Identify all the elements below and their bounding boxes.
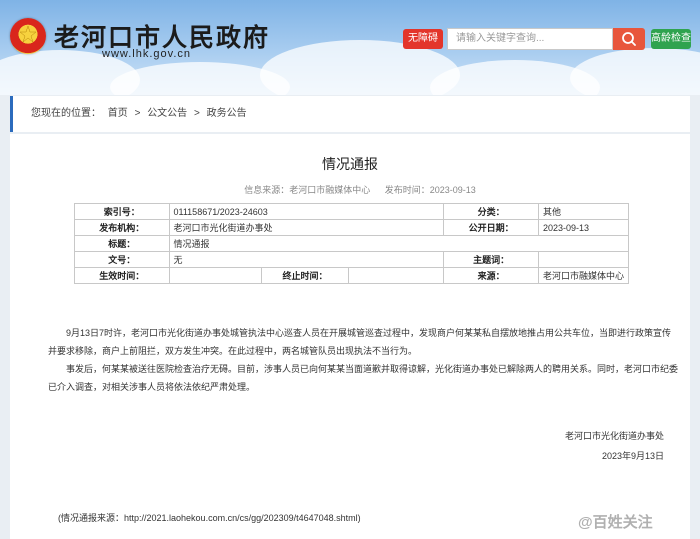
national-emblem-icon bbox=[10, 18, 46, 54]
table-row: 文号： 无 主题词： bbox=[74, 251, 630, 268]
public-date-value: 2023-09-13 bbox=[537, 219, 630, 236]
expire-value bbox=[348, 267, 445, 284]
cloud-decoration bbox=[570, 48, 700, 95]
subject-value bbox=[537, 251, 630, 268]
breadcrumb-item-announcements[interactable]: 政务公告 bbox=[207, 108, 247, 119]
breadcrumb-prefix: 您现在的位置： bbox=[31, 108, 101, 119]
index-value: 011158671/2023-24603 bbox=[168, 203, 445, 220]
breadcrumb-item-documents[interactable]: 公文公告 bbox=[147, 108, 187, 119]
title-value: 情况通报 bbox=[168, 235, 629, 252]
docnum-label: 文号： bbox=[74, 251, 170, 268]
elder-mode-button[interactable]: 高龄检查 bbox=[651, 29, 691, 49]
site-header: 老河口市人民政府 www.lhk.gov.cn 无障碍 请输入关键字查询... … bbox=[0, 0, 700, 95]
title-label: 标题： bbox=[74, 235, 170, 252]
accessibility-button[interactable]: 无障碍 bbox=[403, 29, 443, 49]
paragraph: 9月13日7时许，老河口市光化街道办事处城管执法中心巡查人员在开展城管巡查过程中… bbox=[48, 328, 672, 356]
paragraph: 事发后，何某某被送往医院检查治疗无碍。目前，涉事人员已向何某某当面道歉并取得谅解… bbox=[48, 364, 679, 392]
issuer-value: 老河口市光化街道办事处 bbox=[168, 219, 445, 236]
table-row: 索引号： 011158671/2023-24603 分类： 其他 bbox=[74, 203, 630, 220]
article-title: 情况通报 bbox=[322, 156, 378, 172]
signer: 老河口市光化街道办事处 bbox=[564, 431, 664, 441]
article-publish-time: 发布时间：2023-09-13 bbox=[384, 185, 476, 195]
article-body: 9月13日7时许，老河口市光化街道办事处城管执法中心巡查人员在开展城管巡查过程中… bbox=[48, 324, 680, 396]
effective-value bbox=[168, 267, 262, 284]
subject-label: 主题词： bbox=[443, 251, 539, 268]
index-label: 索引号： bbox=[74, 203, 170, 220]
document-info-table: 索引号： 011158671/2023-24603 分类： 其他 发布机构： 老… bbox=[74, 203, 630, 284]
table-row: 生效时间： 终止时间： 来源： 老河口市融媒体中心 bbox=[74, 267, 630, 284]
breadcrumb: 您现在的位置： 首页 > 公文公告 > 政务公告 bbox=[10, 96, 690, 132]
breadcrumb-separator: > bbox=[134, 108, 141, 119]
breadcrumb-item-home[interactable]: 首页 bbox=[108, 108, 128, 119]
issuer-label: 发布机构： bbox=[74, 219, 170, 236]
origin-label: 来源： bbox=[443, 267, 539, 284]
site-url: www.lhk.gov.cn bbox=[102, 48, 191, 60]
article-panel: 情况通报 信息来源：老河口市融媒体中心 发布时间：2023-09-13 索引号：… bbox=[10, 134, 690, 539]
article-meta: 信息来源：老河口市融媒体中心 发布时间：2023-09-13 bbox=[10, 183, 700, 196]
category-value: 其他 bbox=[537, 203, 630, 220]
public-date-label: 公开日期： bbox=[443, 219, 539, 236]
article-source: 信息来源：老河口市融媒体中心 bbox=[244, 185, 371, 195]
search-input[interactable]: 请输入关键字查询... bbox=[447, 28, 613, 50]
search-icon bbox=[622, 32, 636, 46]
table-row: 标题： 情况通报 bbox=[74, 235, 629, 252]
search-button[interactable] bbox=[613, 28, 645, 50]
sign-date: 2023年9月13日 bbox=[601, 451, 664, 461]
docnum-value: 无 bbox=[168, 251, 445, 268]
origin-value: 老河口市融媒体中心 bbox=[537, 267, 630, 284]
expire-label: 终止时间： bbox=[260, 267, 350, 284]
watermark: @百姓关注 bbox=[578, 514, 653, 531]
source-link[interactable]: (情况通报来源：http://2021.laohekou.com.cn/cs/g… bbox=[58, 511, 361, 524]
breadcrumb-separator: > bbox=[193, 108, 200, 119]
effective-label: 生效时间： bbox=[74, 267, 170, 284]
category-label: 分类： bbox=[443, 203, 539, 220]
table-row: 发布机构： 老河口市光化街道办事处 公开日期： 2023-09-13 bbox=[74, 219, 630, 236]
